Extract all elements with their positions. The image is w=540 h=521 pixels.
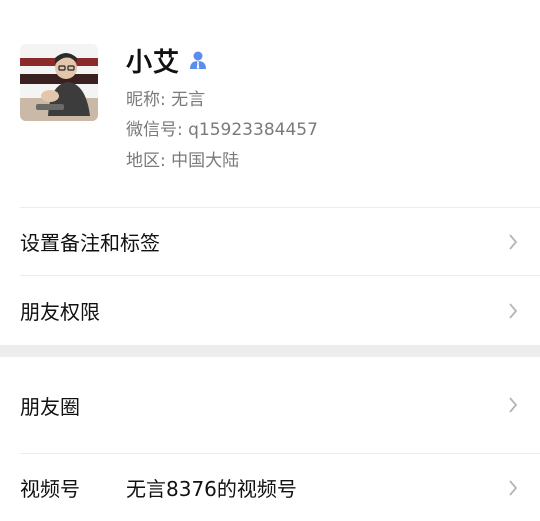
contact-name: 小艾 <box>126 47 181 78</box>
chevron-right-icon <box>509 479 518 496</box>
menu-item-channels[interactable]: 视频号 无言8376的视频号 <box>0 454 540 521</box>
nickname-text: 昵称: 无言 <box>126 90 206 110</box>
section-gap <box>0 345 540 357</box>
avatar[interactable] <box>20 44 98 121</box>
menu-item-label: 设置备注和标签 <box>20 231 160 255</box>
wechat-id-text: 微信号: q15923384457 <box>126 120 318 140</box>
name-row: 小艾 <box>126 40 208 80</box>
menu-item-label: 朋友权限 <box>20 300 100 324</box>
chevron-right-icon <box>509 397 518 413</box>
person-icon <box>190 51 207 69</box>
menu-item-label: 视频号 <box>20 477 80 501</box>
profile-header: 小艾 昵称: 无言 微信号: q15923384457 地区: 中国大陆 <box>0 0 540 207</box>
channels-value: 无言8376的视频号 <box>126 477 297 501</box>
chevron-right-icon <box>509 302 518 319</box>
menu-item-label: 朋友圈 <box>20 394 80 419</box>
menu-item-permissions[interactable]: 朋友权限 <box>0 276 540 345</box>
menu-item-remark[interactable]: 设置备注和标签 <box>0 208 540 275</box>
region-text: 地区: 中国大陆 <box>126 151 240 171</box>
menu-item-moments[interactable]: 朋友圈 <box>0 357 540 453</box>
chevron-right-icon <box>509 233 518 250</box>
